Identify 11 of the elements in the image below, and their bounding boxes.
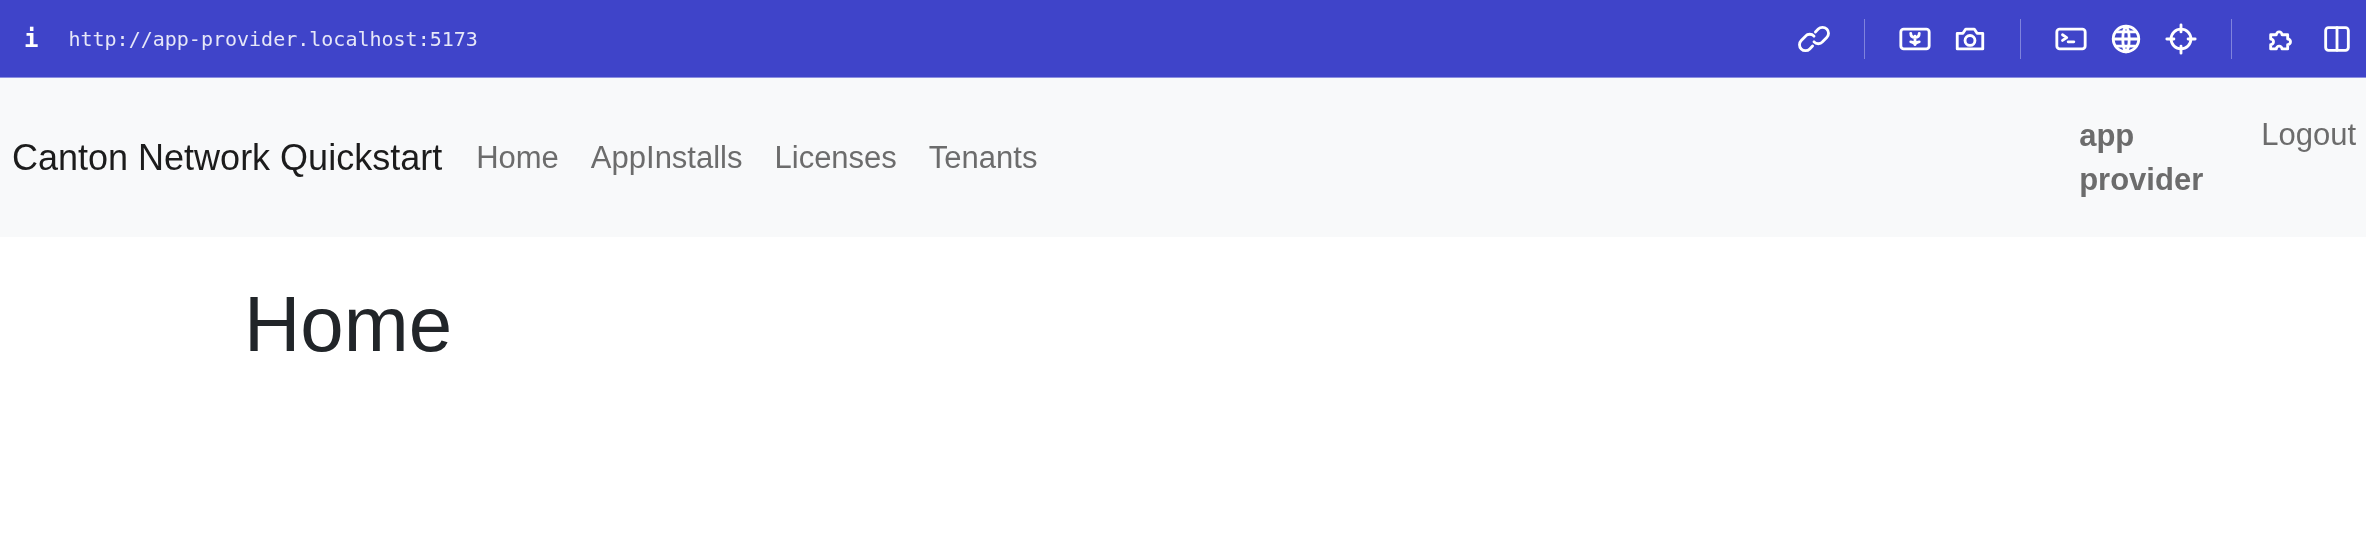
nav-link[interactable]: Licenses: [774, 139, 897, 176]
nav-link[interactable]: Tenants: [928, 139, 1038, 176]
logout-link[interactable]: Logout: [2261, 117, 2356, 153]
nav-link[interactable]: AppInstalls: [590, 139, 743, 176]
info-icon[interactable]: i: [24, 24, 39, 53]
crosshair-icon[interactable]: [2164, 21, 2198, 56]
nav-link[interactable]: Home: [476, 139, 559, 176]
user-name: app provider: [2079, 117, 2205, 199]
url-text[interactable]: http://app-provider.localhost:5173: [68, 26, 478, 51]
brand-link[interactable]: Canton Network Quickstart: [12, 136, 443, 179]
page-heading: Home: [244, 279, 454, 370]
